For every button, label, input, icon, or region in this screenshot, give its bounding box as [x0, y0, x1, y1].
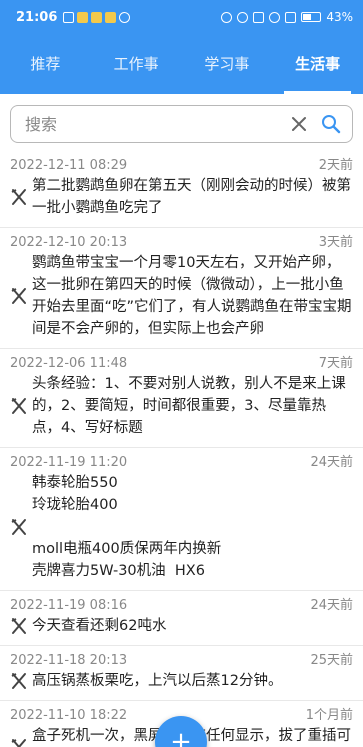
fork-knife-icon [10, 397, 32, 415]
list-item[interactable]: 2022-11-19 08:16 24天前 今天查看还剩62吨水 [0, 590, 363, 645]
item-date: 2022-12-11 08:29 [10, 158, 128, 173]
item-ago: 1个月前 [305, 708, 353, 723]
item-ago: 2天前 [318, 158, 353, 173]
fork-knife-icon [10, 518, 32, 536]
item-date: 2022-11-19 11:20 [10, 455, 128, 470]
item-date: 2022-12-10 20:13 [10, 235, 128, 250]
status-bar: 21:06 43% [0, 0, 363, 34]
item-date: 2022-11-18 20:13 [10, 653, 128, 668]
fork-knife-icon [10, 287, 32, 305]
tab-bar: 推荐 工作事 学习事 生活事 [0, 34, 363, 94]
list-item[interactable]: 2022-12-10 20:13 3天前 鹦鹉鱼带宝宝一个月零10天左右，又开始产… [0, 227, 363, 348]
item-text: 韩泰轮胎550 玲珑轮胎400 moll电瓶400质保两年内换新 壳牌喜力5W-… [32, 475, 222, 579]
app-notification-icon [91, 11, 103, 23]
search-input[interactable] [23, 113, 286, 135]
item-text: 高压锅蒸板栗吃，上汽以后蒸12分钟。 [32, 673, 283, 689]
item-text: 第二批鹦鹉鱼卵在第五天（刚刚会动的时候）被第一批小鹦鹉鱼吃完了 [32, 178, 351, 216]
item-text: 今天查看还剩62吨水 [32, 618, 167, 634]
mute-icon [253, 11, 265, 23]
status-time: 21:06 [16, 9, 58, 25]
hourglass-icon [63, 11, 75, 23]
battery-level: 43% [326, 10, 353, 24]
system-status: 43% [221, 10, 353, 24]
header: 21:06 43% 推荐 工作事 学习事 生活事 [0, 0, 363, 94]
signal-icon [285, 11, 297, 23]
fork-knife-icon [10, 188, 32, 206]
wifi-icon [269, 11, 281, 23]
item-date: 2022-11-19 08:16 [10, 598, 128, 613]
item-ago: 24天前 [310, 455, 353, 470]
item-date: 2022-12-06 11:48 [10, 356, 128, 371]
list-item[interactable]: 2022-12-06 11:48 7天前 头条经验：1、不要对别人说教，别人不是来… [0, 348, 363, 447]
fork-knife-icon [10, 617, 32, 635]
item-text: 头条经验：1、不要对别人说教，别人不是来上课的，2、要简短，时间都很重要，3、尽… [32, 376, 346, 436]
battery-icon [301, 12, 322, 22]
item-ago: 25天前 [310, 653, 353, 668]
list-item[interactable]: 2022-12-11 08:29 2天前 第二批鹦鹉鱼卵在第五天（刚刚会动的时候）… [0, 151, 363, 227]
app-notification-icon [105, 11, 117, 23]
app-root: 21:06 43% 推荐 工作事 学习事 生活事 搜索 2022-12-11 0… [0, 0, 363, 747]
list-item[interactable]: 2022-11-19 11:20 24天前 韩泰轮胎550 玲珑轮胎400 mol… [0, 447, 363, 590]
tab-work[interactable]: 工作事 [91, 34, 182, 94]
nfc-icon [221, 11, 233, 23]
tab-recommend[interactable]: 推荐 [0, 34, 91, 94]
fork-knife-icon [10, 738, 32, 747]
item-ago: 24天前 [310, 598, 353, 613]
search-box [10, 105, 353, 143]
item-text: 鹦鹉鱼带宝宝一个月零10天左右，又开始产卵，这一批卵在第四天的时候（微微动），上… [32, 255, 352, 337]
tab-life[interactable]: 生活事 [272, 34, 363, 94]
app-notification-icon [77, 11, 89, 23]
item-ago: 3天前 [318, 235, 353, 250]
tab-study[interactable]: 学习事 [182, 34, 273, 94]
fork-knife-icon [10, 672, 32, 690]
note-list: 2022-12-11 08:29 2天前 第二批鹦鹉鱼卵在第五天（刚刚会动的时候）… [0, 151, 363, 747]
alarm-icon [237, 11, 249, 23]
eye-icon [119, 11, 131, 23]
list-item[interactable]: 2022-11-18 20:13 25天前 高压锅蒸板栗吃，上汽以后蒸12分钟。 [0, 645, 363, 700]
search-icon[interactable] [318, 111, 344, 137]
item-date: 2022-11-10 18:22 [10, 708, 128, 723]
notification-icons [63, 11, 131, 23]
item-ago: 7天前 [318, 356, 353, 371]
clear-icon[interactable] [286, 111, 312, 137]
search-area [0, 94, 363, 151]
